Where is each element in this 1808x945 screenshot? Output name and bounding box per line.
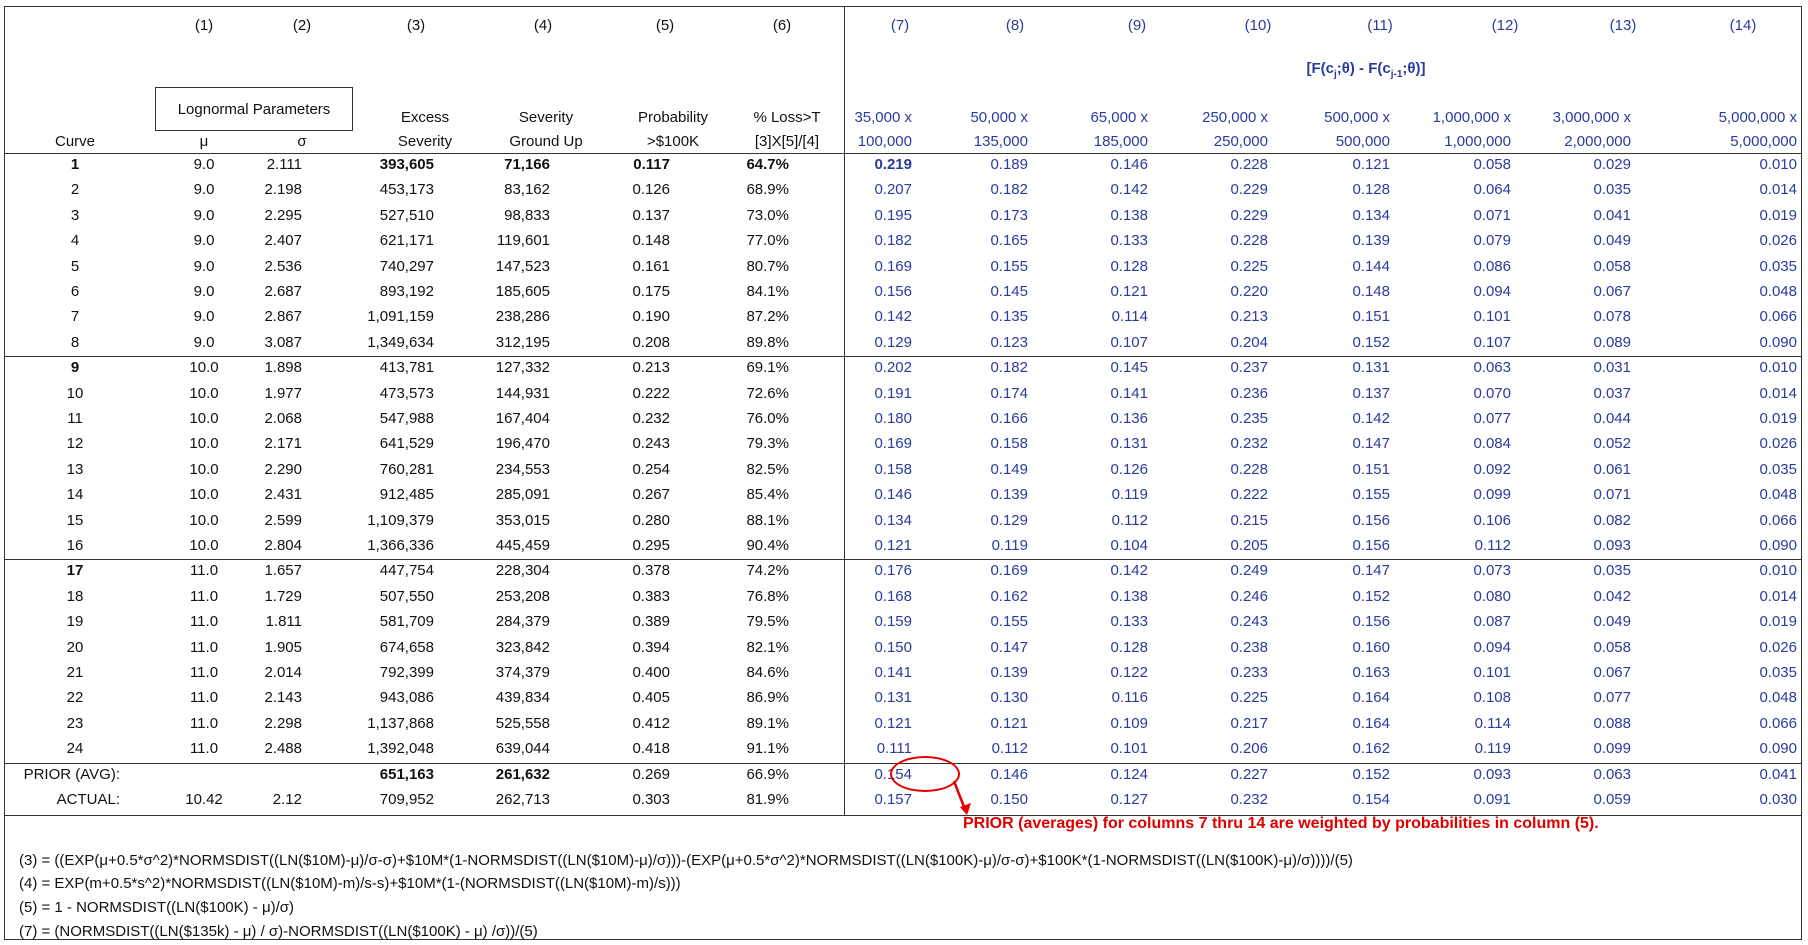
formula-3: (3) = ((EXP(μ+0.5*σ^2)*NORMSDIST((LN($10… — [19, 852, 1353, 869]
formula-5: (5) = 1 - NORMSDIST((LN($100K) - μ)/σ) — [19, 899, 295, 916]
annotation-arrow — [952, 780, 971, 815]
formula-4: (4) = EXP(m+0.5*s^2)*NORMSDIST((LN($10M)… — [19, 875, 681, 892]
formula-7: (7) = (NORMSDIST((LN($135k) - μ) / σ)-NO… — [19, 923, 538, 940]
prior-note: PRIOR (averages) for columns 7 thru 14 a… — [963, 815, 1599, 832]
spreadsheet: (1) (2) (3) (4) (5) (6) (7) (8) (9) (10) (11) (12)(… — [4, 6, 1802, 940]
